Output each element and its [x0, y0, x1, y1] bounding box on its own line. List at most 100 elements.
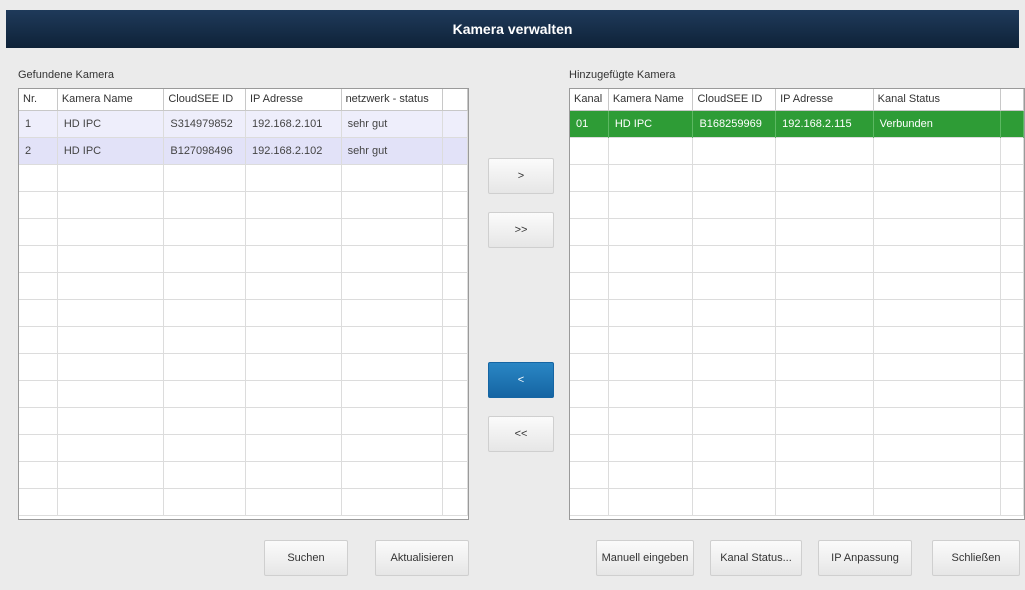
table-cell — [246, 165, 342, 192]
found-cameras-table[interactable]: Nr. Kamera Name CloudSEE ID IP Adresse n… — [18, 88, 469, 520]
found-camera-row[interactable] — [19, 381, 468, 408]
table-cell — [693, 300, 777, 327]
table-cell — [246, 408, 342, 435]
table-cell — [246, 354, 342, 381]
added-camera-row[interactable] — [570, 408, 1024, 435]
column-header-camera-name[interactable]: Kamera Name — [609, 89, 694, 111]
found-camera-row[interactable] — [19, 354, 468, 381]
added-camera-row[interactable] — [570, 192, 1024, 219]
table-cell — [1001, 354, 1024, 381]
table-cell — [342, 165, 444, 192]
table-cell — [874, 300, 1002, 327]
table-cell — [570, 327, 609, 354]
table-cell — [246, 435, 342, 462]
table-cell: HD IPC — [58, 138, 165, 165]
table-cell — [164, 327, 246, 354]
added-camera-row[interactable] — [570, 219, 1024, 246]
column-header-channel[interactable]: Kanal — [570, 89, 609, 111]
added-camera-row[interactable] — [570, 381, 1024, 408]
channel-status-button[interactable]: Kanal Status... — [710, 540, 802, 576]
found-camera-row[interactable] — [19, 219, 468, 246]
table-cell — [874, 354, 1002, 381]
table-cell — [570, 219, 609, 246]
table-cell — [874, 408, 1002, 435]
column-header-ip-address[interactable]: IP Adresse — [776, 89, 874, 111]
table-cell — [874, 219, 1002, 246]
table-cell — [570, 138, 609, 165]
column-header-camera-name[interactable]: Kamera Name — [58, 89, 165, 111]
ip-adjust-button[interactable]: IP Anpassung — [818, 540, 912, 576]
table-cell — [58, 219, 165, 246]
found-camera-row[interactable] — [19, 165, 468, 192]
table-cell — [776, 462, 874, 489]
table-cell — [776, 165, 874, 192]
found-camera-row[interactable] — [19, 192, 468, 219]
search-button[interactable]: Suchen — [264, 540, 348, 576]
table-cell — [246, 300, 342, 327]
added-camera-row[interactable] — [570, 300, 1024, 327]
added-camera-row[interactable] — [570, 354, 1024, 381]
table-cell — [570, 381, 609, 408]
added-camera-row[interactable] — [570, 489, 1024, 516]
added-camera-row[interactable] — [570, 246, 1024, 273]
column-header-nr[interactable]: Nr. — [19, 89, 58, 111]
table-cell — [19, 381, 58, 408]
added-camera-row[interactable] — [570, 435, 1024, 462]
close-button[interactable]: Schließen — [932, 540, 1020, 576]
remove-selected-button[interactable]: < — [488, 362, 554, 398]
table-cell — [570, 165, 609, 192]
table-cell — [164, 192, 246, 219]
found-camera-row[interactable] — [19, 327, 468, 354]
found-camera-row[interactable]: 1 HD IPC S314979852 192.168.2.101 sehr gut — [19, 111, 468, 138]
added-camera-row[interactable] — [570, 462, 1024, 489]
found-camera-row[interactable] — [19, 408, 468, 435]
column-header-filler — [443, 89, 468, 111]
table-cell — [58, 489, 165, 516]
table-cell — [443, 354, 468, 381]
table-cell — [342, 462, 444, 489]
found-camera-row[interactable] — [19, 246, 468, 273]
column-header-cloudsee-id[interactable]: CloudSEE ID — [164, 89, 246, 111]
column-header-network-status[interactable]: netzwerk - status — [342, 89, 444, 111]
table-cell — [1001, 462, 1024, 489]
added-camera-row[interactable]: 01 HD IPC B168259969 192.168.2.115 Verbunden — [570, 111, 1024, 138]
added-camera-row[interactable] — [570, 273, 1024, 300]
found-camera-row[interactable] — [19, 489, 468, 516]
found-camera-row[interactable] — [19, 462, 468, 489]
column-header-channel-status[interactable]: Kanal Status — [874, 89, 1002, 111]
table-cell — [246, 327, 342, 354]
add-all-button[interactable]: >> — [488, 212, 554, 248]
found-camera-row[interactable] — [19, 435, 468, 462]
column-header-ip-address[interactable]: IP Adresse — [246, 89, 342, 111]
manual-entry-button[interactable]: Manuell eingeben — [596, 540, 694, 576]
table-cell — [570, 354, 609, 381]
remove-all-button[interactable]: << — [488, 416, 554, 452]
found-cameras-label: Gefundene Kamera — [18, 69, 115, 81]
table-cell — [1001, 435, 1024, 462]
found-camera-row[interactable] — [19, 300, 468, 327]
table-cell — [609, 408, 694, 435]
table-cell — [443, 327, 468, 354]
table-cell — [693, 219, 777, 246]
column-header-cloudsee-id[interactable]: CloudSEE ID — [693, 89, 777, 111]
table-cell: 192.168.2.115 — [776, 111, 874, 138]
table-cell — [570, 489, 609, 516]
table-cell: 192.168.2.102 — [246, 138, 342, 165]
table-cell — [342, 435, 444, 462]
table-cell — [776, 192, 874, 219]
added-camera-row[interactable] — [570, 165, 1024, 192]
table-cell — [609, 192, 694, 219]
added-camera-row[interactable] — [570, 327, 1024, 354]
refresh-button[interactable]: Aktualisieren — [375, 540, 469, 576]
add-selected-button[interactable]: > — [488, 158, 554, 194]
table-cell — [164, 462, 246, 489]
found-camera-row[interactable] — [19, 273, 468, 300]
added-camera-row[interactable] — [570, 138, 1024, 165]
table-cell — [693, 327, 777, 354]
found-camera-row[interactable]: 2 HD IPC B127098496 192.168.2.102 sehr gut — [19, 138, 468, 165]
table-cell — [874, 489, 1002, 516]
table-cell — [570, 462, 609, 489]
table-cell — [609, 246, 694, 273]
added-cameras-table[interactable]: Kanal Kamera Name CloudSEE ID IP Adresse… — [569, 88, 1025, 520]
table-cell — [246, 489, 342, 516]
